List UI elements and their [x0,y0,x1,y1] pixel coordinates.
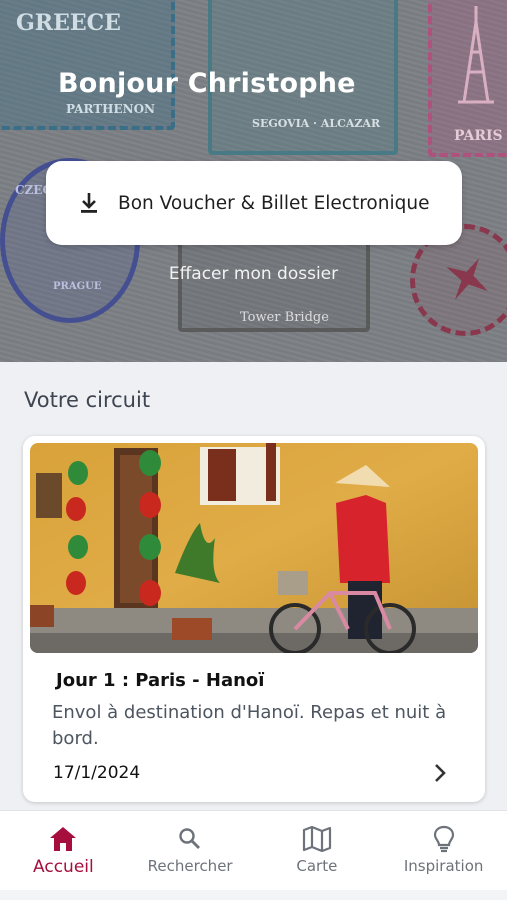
lightbulb-icon [433,825,455,853]
nav-item-accueil[interactable]: Accueil [0,811,127,890]
voucher-button-label: Bon Voucher & Billet Electronique [118,192,430,214]
stamp-tower-text: Tower Bridge [240,310,329,325]
voucher-ticket-button[interactable]: Bon Voucher & Billet Electronique [46,161,462,245]
nav-item-carte[interactable]: Carte [254,811,381,890]
clear-dossier-link[interactable]: Effacer mon dossier [0,264,507,284]
circuit-day-card[interactable]: Jour 1 : Paris - Hanoï Envol à destinati… [23,436,485,802]
paris-stamp-image: PARIS [428,0,507,157]
hoi-an-street-photo [30,443,478,653]
system-bottom-strip [0,890,507,900]
bottom-navigation: Accueil Rechercher Carte Inspiration [0,810,507,890]
home-icon [48,825,78,853]
nav-item-inspiration[interactable]: Inspiration [380,811,507,890]
nav-label-inspiration: Inspiration [403,857,484,875]
day-title: Jour 1 : Paris - Hanoï [56,670,265,691]
nav-label-rechercher: Rechercher [147,857,233,875]
stamp-greece-text: GREECE [16,10,121,36]
nav-label-accueil: Accueil [33,857,94,877]
stamp-paris-text: PARIS [454,128,503,144]
download-icon [76,190,102,216]
stamp-parthenon-text: PARTHENON [66,102,156,116]
greeting-title: Bonjour Christophe [58,68,356,99]
eiffel-tower-icon [458,6,494,104]
nav-label-carte: Carte [296,857,338,875]
greece-stamp-image: GREECE PARTHENON [0,0,175,130]
day-date: 17/1/2024 [53,763,141,783]
map-icon [302,825,332,853]
section-title-circuit: Votre circuit [24,388,151,412]
day-description: Envol à destination d'Hanoï. Repas et nu… [52,702,447,749]
search-icon [178,825,202,853]
tower-bridge-stamp-image: Tower Bridge [178,240,370,332]
nav-item-rechercher[interactable]: Rechercher [127,811,254,890]
stamp-segovia-text: SEGOVIA · ALCAZAR [252,117,381,130]
header-banner: GREECE PARTHENON SEGOVIA · ALCAZAR PARIS… [0,0,507,362]
chevron-right-icon[interactable] [429,762,451,784]
